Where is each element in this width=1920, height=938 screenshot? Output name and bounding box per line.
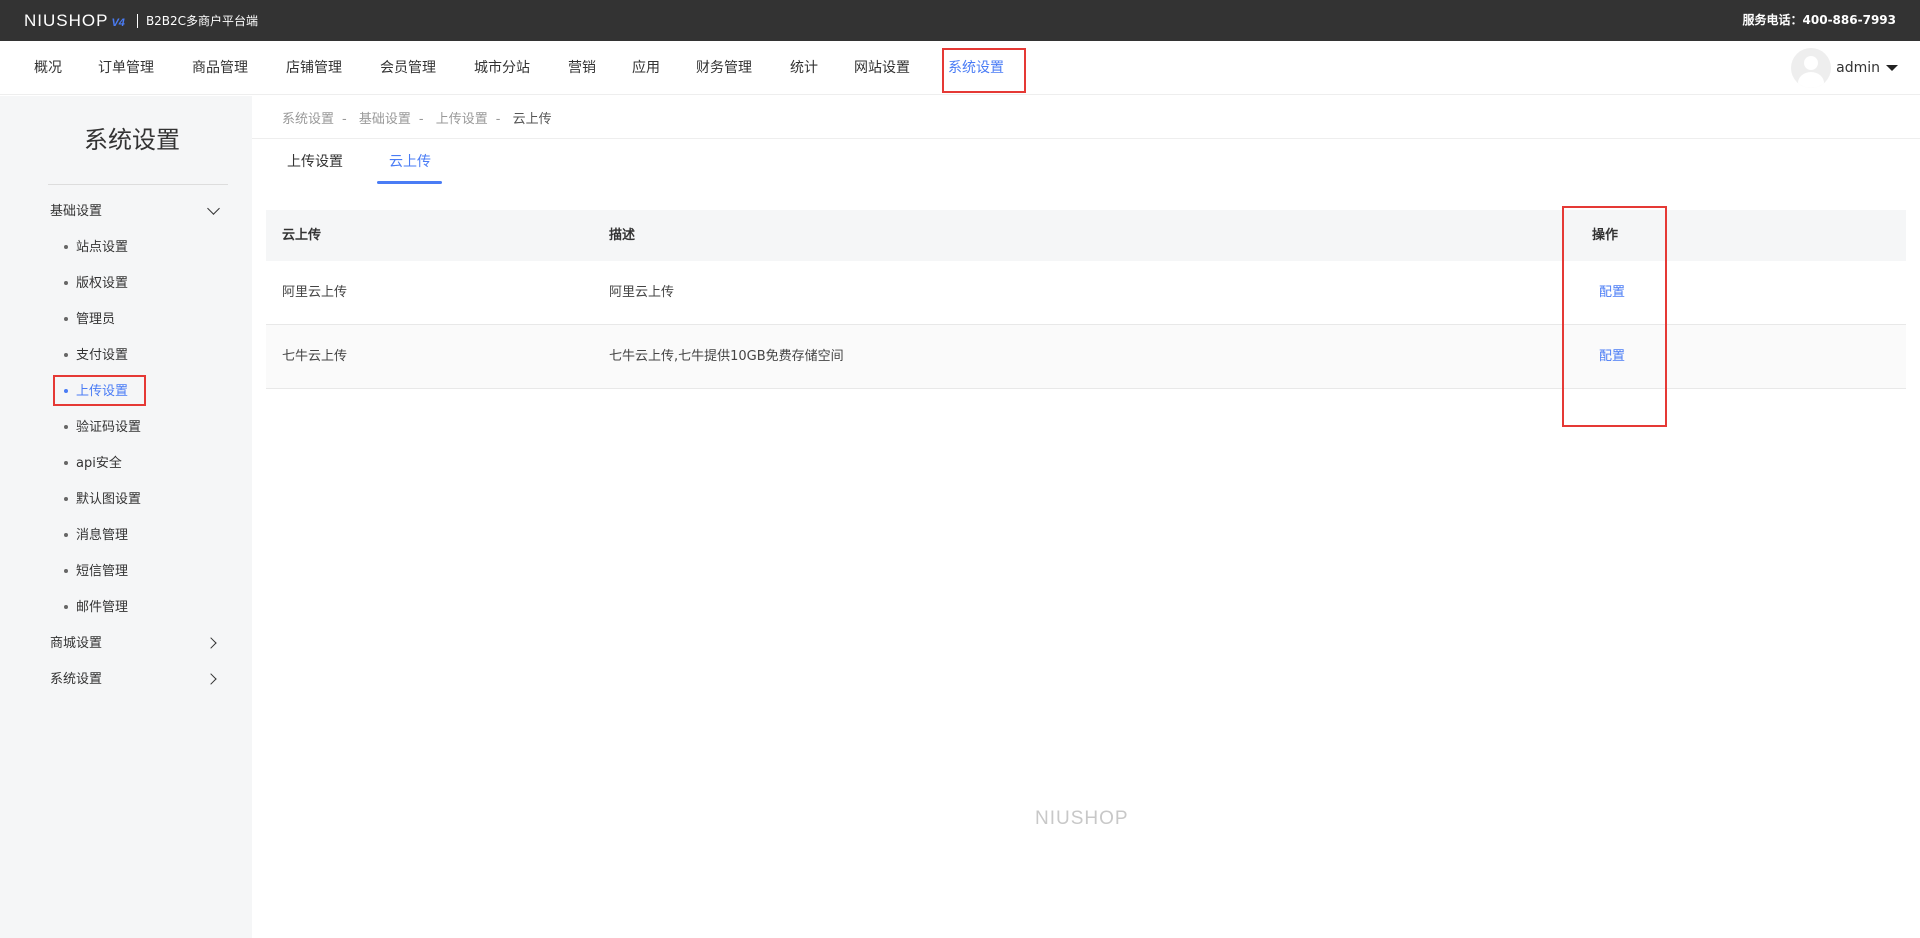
breadcrumb-separator: - (418, 112, 424, 127)
sidebar-item-label: 验证码设置 (76, 420, 142, 435)
bullet-icon (64, 316, 68, 321)
sidebar-item-label: 消息管理 (76, 528, 129, 543)
avatar (1791, 48, 1832, 88)
nav-item-shops[interactable]: 店铺管理 (286, 41, 342, 95)
nav-item-goods[interactable]: 商品管理 (192, 41, 248, 95)
nav-highlight-box (942, 48, 1026, 93)
user-name: admin (1836, 60, 1880, 76)
sidebar-group-label: 商城设置 (50, 636, 103, 651)
service-hotline: 服务电话：400-886-7993 (1742, 13, 1896, 27)
sidebar-item-label: 短信管理 (76, 564, 129, 579)
breadcrumb-separator: - (342, 112, 347, 127)
nav-item-city-branch[interactable]: 城市分站 (474, 41, 530, 95)
nav-item-marketing[interactable]: 营销 (568, 41, 596, 95)
bullet-icon (64, 280, 68, 285)
bullet-icon (64, 460, 68, 465)
breadcrumb-current: 云上传 (512, 112, 552, 127)
sidebar-item-api-security[interactable]: api安全 (64, 454, 122, 474)
chevron-down-icon (207, 202, 220, 215)
sidebar-item-payment[interactable]: 支付设置 (64, 346, 128, 366)
cell-description: 阿里云上传 (609, 285, 675, 300)
nav-item-apps[interactable]: 应用 (632, 41, 660, 95)
sidebar-item-default-image[interactable]: 默认图设置 (64, 490, 141, 510)
chevron-right-icon (205, 673, 217, 685)
main-nav: 概况 订单管理 商品管理 店铺管理 会员管理 城市分站 营销 应用 财务管理 统… (0, 41, 1920, 95)
sidebar-item-label: 站点设置 (76, 240, 129, 255)
caret-down-icon (1886, 65, 1898, 71)
sidebar-item-messages[interactable]: 消息管理 (64, 526, 128, 546)
sidebar-item-captcha[interactable]: 验证码设置 (64, 418, 141, 438)
sidebar-divider (48, 184, 228, 185)
bullet-icon (64, 352, 68, 357)
nav-item-members[interactable]: 会员管理 (380, 41, 436, 95)
sidebar-group-label: 基础设置 (50, 204, 103, 219)
logo-text: NIUSHOP (24, 10, 109, 30)
breadcrumb-item[interactable]: 基础设置 (359, 112, 411, 127)
bullet-icon (64, 496, 68, 501)
cell-name: 七牛云上传 (282, 349, 348, 364)
user-menu[interactable]: admin (1791, 41, 1898, 95)
sidebar-group-system[interactable]: 系统设置 (50, 670, 230, 690)
sidebar-item-copyright[interactable]: 版权设置 (64, 274, 128, 294)
active-tab-indicator (377, 181, 442, 184)
breadcrumb-item[interactable]: 上传设置 (436, 112, 488, 127)
sidebar-item-label: 默认图设置 (76, 492, 142, 507)
sidebar-item-label: 支付设置 (76, 348, 129, 363)
tab-cloud-upload[interactable]: 云上传 (389, 152, 431, 172)
breadcrumb-item[interactable]: 系统设置 (282, 112, 334, 127)
sidebar-item-label: 邮件管理 (76, 600, 129, 615)
cell-name: 阿里云上传 (282, 285, 348, 300)
top-bar: NIUSHOP V4 B2B2C多商户平台端 服务电话：400-886-7993 (0, 0, 1920, 41)
logo-version: V4 (111, 16, 125, 29)
sidebar-group-label: 系统设置 (50, 672, 103, 687)
bullet-icon (64, 532, 68, 537)
sidebar-highlight-box (53, 375, 146, 406)
column-header-description: 描述 (609, 228, 636, 243)
nav-item-finance[interactable]: 财务管理 (696, 41, 752, 95)
sidebar-item-email[interactable]: 邮件管理 (64, 598, 128, 618)
sidebar-group-basic[interactable]: 基础设置 (50, 202, 230, 222)
bullet-icon (64, 424, 68, 429)
bullet-icon (64, 604, 68, 609)
nav-item-overview[interactable]: 概况 (34, 41, 62, 95)
sidebar-group-mall[interactable]: 商城设置 (50, 634, 230, 654)
sidebar-item-admin[interactable]: 管理员 (64, 310, 115, 330)
column-header-cloud-upload: 云上传 (282, 228, 322, 243)
cell-description: 七牛云上传,七牛提供10GB免费存储空间 (609, 349, 844, 364)
bullet-icon (64, 568, 68, 573)
nav-item-website-settings[interactable]: 网站设置 (854, 41, 910, 95)
sidebar: 系统设置 基础设置 站点设置 版权设置 管理员 支付设置 上传设置 验证码设置 … (0, 96, 252, 938)
tab-upload-settings[interactable]: 上传设置 (287, 152, 343, 172)
platform-subtitle: B2B2C多商户平台端 (145, 14, 259, 28)
sidebar-item-site[interactable]: 站点设置 (64, 238, 128, 258)
sidebar-title: 系统设置 (84, 126, 180, 154)
breadcrumb-separator: - (495, 112, 501, 127)
sidebar-item-sms[interactable]: 短信管理 (64, 562, 128, 582)
sidebar-item-label: api安全 (76, 456, 122, 471)
sidebar-item-label: 版权设置 (76, 276, 129, 291)
nav-item-orders[interactable]: 订单管理 (98, 41, 154, 95)
actions-column-highlight-box (1562, 206, 1667, 427)
nav-item-statistics[interactable]: 统计 (790, 41, 818, 95)
breadcrumb-divider (252, 138, 1920, 139)
chevron-right-icon (205, 637, 217, 649)
niushop-logo[interactable]: NIUSHOP V4 B2B2C多商户平台端 (24, 11, 258, 31)
footer-logo: NIUSHOP (1035, 808, 1129, 829)
breadcrumb: 系统设置 - 基础设置 - 上传设置 - 云上传 (282, 108, 560, 127)
bullet-icon (64, 244, 68, 249)
logo-divider (136, 13, 138, 28)
sidebar-item-label: 管理员 (76, 312, 116, 327)
